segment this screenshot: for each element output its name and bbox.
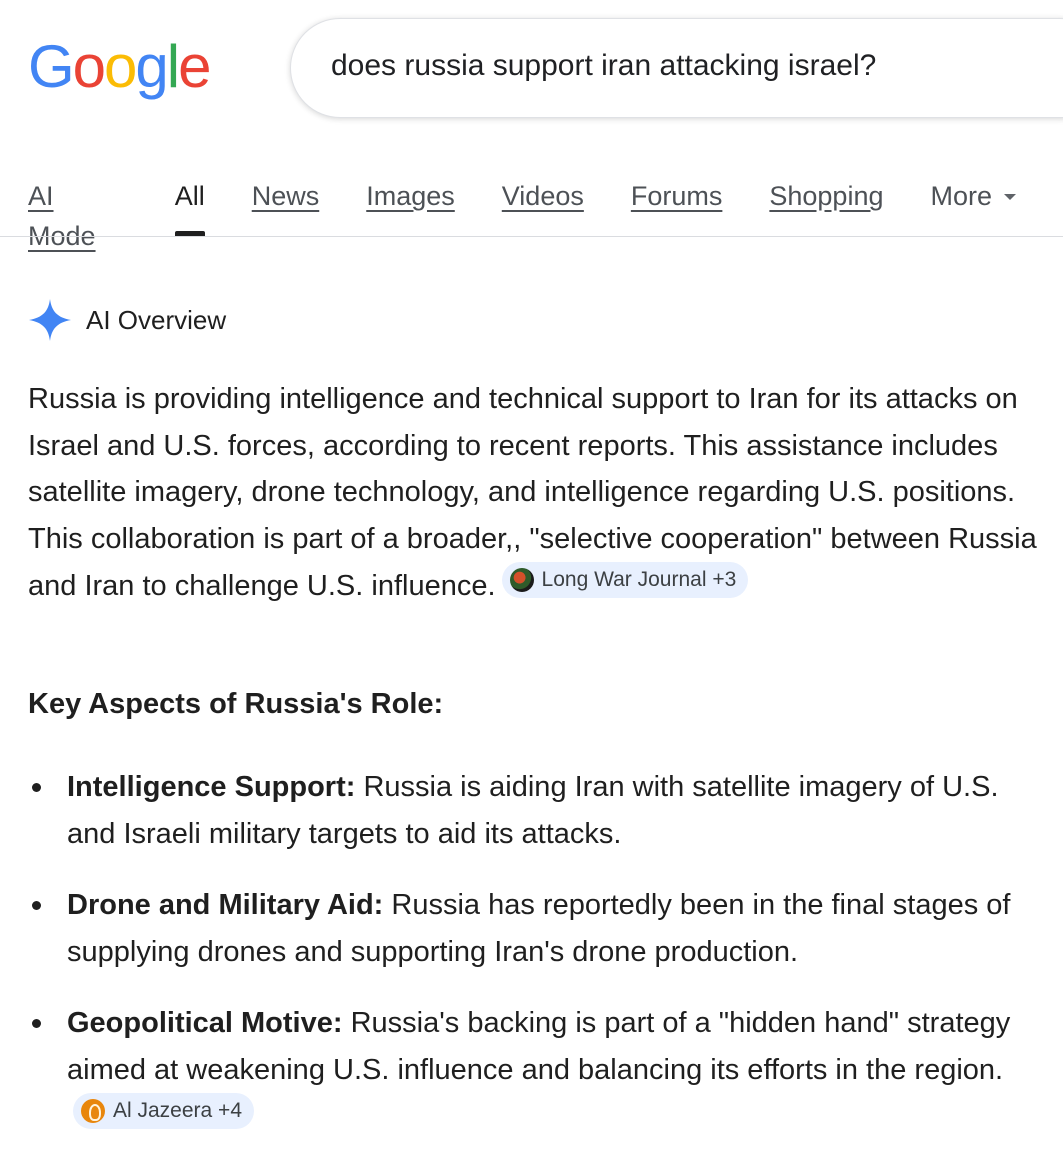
- al-jazeera-icon: [81, 1099, 105, 1123]
- search-tabs: AI Mode All News Images Videos Forums Sh…: [28, 176, 1063, 251]
- key-aspects-list: Intelligence Support: Russia is aiding I…: [28, 764, 1038, 1155]
- logo-letter: g: [135, 33, 168, 100]
- tab-news[interactable]: News: [252, 176, 320, 236]
- section-heading: Key Aspects of Russia's Role:: [28, 688, 444, 720]
- logo-letter: G: [28, 33, 75, 100]
- source-chip[interactable]: Al Jazeera +4: [73, 1093, 254, 1129]
- list-item: Drone and Military Aid: Russia has repor…: [28, 882, 1038, 975]
- tab-more-label: More: [930, 181, 992, 211]
- list-item: Intelligence Support: Russia is aiding I…: [28, 764, 1038, 857]
- logo-letter: o: [104, 33, 137, 100]
- source-chip-label: Al Jazeera +4: [113, 1099, 242, 1122]
- tab-shopping[interactable]: Shopping: [769, 176, 883, 236]
- bullet-term: Intelligence Support:: [67, 771, 356, 803]
- source-chip-label: Long War Journal +3: [541, 568, 737, 591]
- tab-forums[interactable]: Forums: [631, 176, 723, 236]
- sparkle-icon: [29, 299, 71, 341]
- tabs-divider: [0, 236, 1063, 237]
- google-logo[interactable]: Google: [28, 32, 212, 102]
- tab-more[interactable]: More: [930, 176, 1016, 236]
- bullet-term: Geopolitical Motive:: [67, 1007, 343, 1039]
- bullet-term: Drone and Military Aid:: [67, 889, 384, 921]
- logo-letter: l: [166, 33, 180, 100]
- search-input[interactable]: does russia support iran attacking israe…: [331, 49, 876, 83]
- list-item: Geopolitical Motive: Russia's backing is…: [28, 1000, 1038, 1141]
- source-chip[interactable]: Long War Journal +3: [501, 562, 749, 598]
- logo-letter: e: [178, 33, 211, 100]
- logo-letter: o: [72, 33, 106, 100]
- ai-overview-header: AI Overview: [28, 298, 226, 342]
- chevron-down-icon: [1004, 194, 1016, 200]
- search-results-page: Google does russia support iran attackin…: [0, 0, 1063, 1155]
- tab-videos[interactable]: Videos: [502, 176, 584, 236]
- globe-icon: [509, 568, 534, 592]
- tab-all[interactable]: All: [174, 176, 205, 236]
- tab-images[interactable]: Images: [366, 176, 455, 236]
- tab-ai-mode[interactable]: AI Mode: [28, 176, 128, 251]
- ai-overview-title: AI Overview: [86, 304, 227, 335]
- search-box[interactable]: does russia support iran attacking israe…: [290, 18, 1063, 118]
- ai-overview-summary: Russia is providing intelligence and tec…: [28, 376, 1038, 610]
